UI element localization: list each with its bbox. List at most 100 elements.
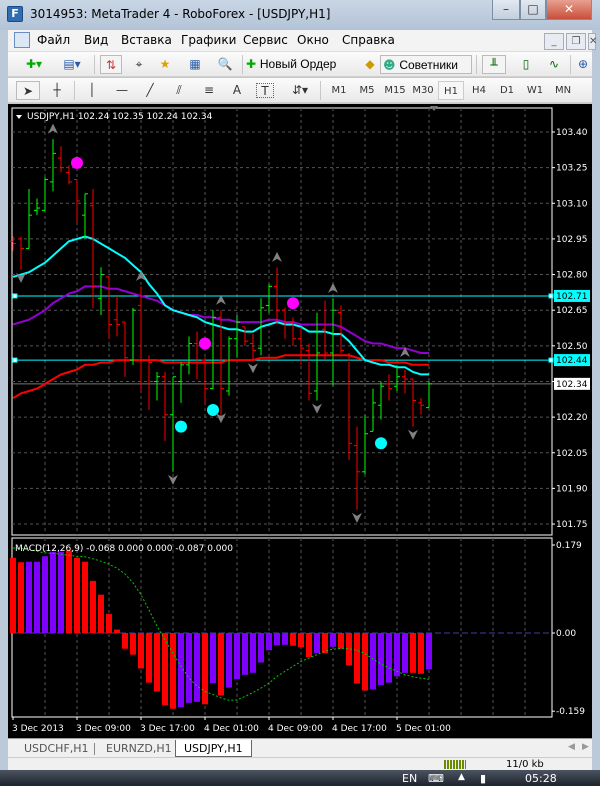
- timeframe-m15[interactable]: M15: [382, 81, 408, 100]
- market-watch-icon[interactable]: ⇅: [100, 55, 122, 74]
- ohlc-bar: [178, 362, 184, 403]
- alert-icon[interactable]: ◆: [362, 55, 378, 74]
- macd-histogram-bar: [370, 633, 376, 690]
- chart-tabs: USDCHF,H1 EURNZD,H1 USDJPY,H1 ◀ ▶: [8, 738, 592, 757]
- macd-histogram-bar: [242, 633, 248, 675]
- ohlc-bar: [10, 236, 16, 251]
- ohlc-bar: [146, 355, 152, 410]
- tray-expand-icon[interactable]: ▲: [458, 772, 465, 782]
- ohlc-bar: [210, 310, 216, 390]
- macd-tick-label: -0.159: [556, 707, 585, 717]
- vertical-line-icon[interactable]: │: [82, 81, 102, 100]
- macd-histogram-bar: [226, 633, 232, 688]
- price-tick-label: 102.65: [556, 306, 588, 316]
- macd-histogram-bar: [154, 633, 160, 692]
- favorites-icon[interactable]: ★: [154, 55, 176, 74]
- menu-view[interactable]: Вид: [84, 33, 108, 47]
- text-icon[interactable]: A: [228, 81, 246, 100]
- macd-histogram-bar: [42, 556, 48, 633]
- timeframe-h1[interactable]: H1: [438, 81, 464, 100]
- chart-header: USDJPY,H1 102.24 102.35 102.24 102.34: [27, 112, 213, 122]
- timeframe-m1[interactable]: M1: [326, 81, 352, 100]
- tester-icon[interactable]: 🔍: [214, 55, 236, 74]
- zoom-in-icon[interactable]: ⊕: [574, 55, 592, 74]
- connection-status-icon[interactable]: [444, 760, 466, 769]
- macd-histogram-bar: [338, 633, 344, 649]
- advisor-icon: ☻: [383, 58, 396, 72]
- price-chart[interactable]: 103.40 103.25 103.10 102.95 102.80 102.65 102.…: [8, 104, 592, 738]
- menu-window[interactable]: Окно: [297, 33, 329, 47]
- timeframe-w1[interactable]: W1: [522, 81, 548, 100]
- down-arrow-icon: [312, 403, 322, 414]
- menu-charts[interactable]: Графики: [181, 33, 236, 47]
- taskbar: EN ⌨ ▲ ▮ 05:28: [0, 770, 600, 786]
- keyboard-icon[interactable]: ⌨: [428, 772, 444, 785]
- tab-scroll-right-icon[interactable]: ▶: [582, 742, 589, 752]
- ohlc-bar: [386, 374, 392, 401]
- crosshair-icon[interactable]: ┼: [46, 81, 68, 100]
- new-order-button[interactable]: ✚ Новый Ордер: [246, 55, 360, 74]
- tab-eurnzd-h1[interactable]: EURNZD,H1: [98, 740, 180, 757]
- macd-histogram-bar: [266, 633, 272, 651]
- macd-histogram-bar: [130, 633, 136, 655]
- tab-usdjpy-h1[interactable]: USDJPY,H1: [175, 740, 252, 757]
- mdi-minimize-button[interactable]: _: [544, 33, 564, 50]
- macd-histogram-bar: [186, 633, 192, 703]
- price-tick-label: 102.05: [556, 449, 588, 459]
- time-axis-label: 4 Dec 01:00: [204, 724, 259, 734]
- candles-icon[interactable]: ▯: [514, 55, 538, 74]
- ohlc-bar: [266, 284, 272, 313]
- menu-tools[interactable]: Сервис: [243, 33, 288, 47]
- ohlc-bar: [90, 189, 96, 308]
- expert-advisors-button[interactable]: ☻ Советники: [380, 55, 472, 74]
- timeframe-d1[interactable]: D1: [494, 81, 520, 100]
- chart-window[interactable]: 103.40 103.25 103.10 102.95 102.80 102.65 102.…: [8, 104, 592, 738]
- ohlc-bar: [354, 426, 360, 510]
- profiles-icon[interactable]: ▤▾: [56, 55, 88, 74]
- ohlc-bar: [346, 352, 352, 460]
- timeframe-m30[interactable]: M30: [410, 81, 436, 100]
- minimize-button[interactable]: –: [492, 0, 520, 20]
- fibo-expansion-icon[interactable]: ⫽: [168, 81, 190, 100]
- close-button[interactable]: ✕: [546, 0, 592, 20]
- ohlc-bar: [50, 139, 56, 192]
- traffic-indicator: 11/0 kb: [506, 759, 544, 770]
- macd-histogram-bar: [426, 633, 432, 670]
- drawing-toolbar: ➤ ┼ │ — ╱ ⫽ ≡ A T ⇵▾ M1 M5 M15 M30 H1 H4…: [8, 78, 592, 103]
- fibo-retracement-icon[interactable]: ≡: [198, 81, 220, 100]
- macd-histogram-bar: [90, 580, 96, 633]
- ohlc-bar: [298, 326, 304, 365]
- network-icon[interactable]: ▮: [480, 772, 486, 785]
- menu-insert[interactable]: Вставка: [121, 33, 172, 47]
- timeframe-m5[interactable]: M5: [354, 81, 380, 100]
- language-indicator[interactable]: EN: [402, 772, 417, 785]
- cursor-icon[interactable]: ➤: [16, 81, 40, 100]
- time-axis-label: 4 Dec 17:00: [332, 724, 387, 734]
- arrows-icon[interactable]: ⇵▾: [286, 81, 314, 100]
- label-icon[interactable]: T: [256, 83, 274, 98]
- trendline-icon[interactable]: ╱: [140, 81, 160, 100]
- tab-usdchf-h1[interactable]: USDCHF,H1: [16, 740, 97, 757]
- mdi-restore-button[interactable]: ❐: [566, 33, 586, 50]
- mdi-close-button[interactable]: ✕: [588, 33, 597, 50]
- ohlc-bar: [26, 189, 32, 249]
- chart-window-icon[interactable]: [14, 32, 30, 48]
- horizontal-line-icon[interactable]: —: [112, 81, 132, 100]
- down-arrow-icon: [352, 512, 362, 523]
- maximize-button[interactable]: □: [520, 0, 546, 20]
- menu-help[interactable]: Справка: [342, 33, 395, 47]
- price-tick-label: 101.90: [556, 484, 588, 494]
- tab-scroll-left-icon[interactable]: ◀: [568, 742, 575, 752]
- price-tick-label: 103.25: [556, 164, 588, 174]
- line-chart-icon[interactable]: ∿: [542, 55, 566, 74]
- new-chart-icon[interactable]: ✚▾: [18, 55, 50, 74]
- terminal-icon[interactable]: ▦: [184, 55, 206, 74]
- macd-histogram-bar: [314, 633, 320, 654]
- timeframe-mn[interactable]: MN: [550, 81, 576, 100]
- menu-file[interactable]: Файл: [37, 33, 70, 47]
- navigator-crosshair-icon[interactable]: ⌖: [128, 55, 150, 74]
- timeframe-h4[interactable]: H4: [466, 81, 492, 100]
- price-tick-label: 101.75: [556, 520, 588, 530]
- bar-chart-icon[interactable]: ╨: [482, 55, 506, 74]
- macd-histogram-bar: [98, 594, 104, 633]
